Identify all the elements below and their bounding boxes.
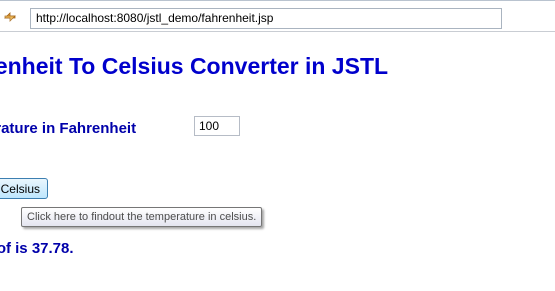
- celsius-button[interactable]: Celsius: [0, 178, 48, 199]
- fahrenheit-input[interactable]: [194, 116, 240, 136]
- button-tooltip: Click here to findout the temperature in…: [21, 207, 263, 227]
- temperature-label: Temperature in Fahrenheit: [0, 120, 137, 137]
- address-bar: http://localhost:8080/jstl_demo/fahrenhe…: [0, 5, 555, 32]
- window-top-border: [0, 0, 555, 1]
- url-text[interactable]: http://localhost:8080/jstl_demo/fahrenhe…: [36, 11, 273, 25]
- url-field[interactable]: http://localhost:8080/jstl_demo/fahrenhe…: [30, 8, 502, 29]
- page-content: Fahrenheit To Celsius Converter in JSTL …: [0, 31, 555, 291]
- result-text: Average of is 37.78.: [0, 240, 74, 257]
- page-title: Fahrenheit To Celsius Converter in JSTL: [0, 53, 389, 79]
- sync-arrows-icon[interactable]: [2, 9, 18, 25]
